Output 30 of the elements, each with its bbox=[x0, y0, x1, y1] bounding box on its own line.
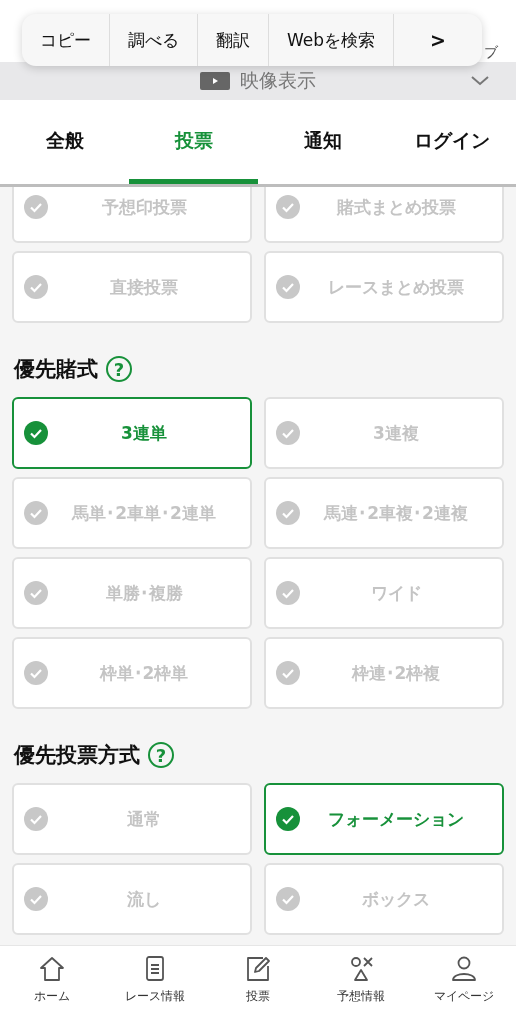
check-icon bbox=[276, 195, 300, 219]
check-icon bbox=[276, 887, 300, 911]
check-icon bbox=[276, 421, 300, 445]
check-icon bbox=[24, 501, 48, 525]
check-icon bbox=[24, 421, 48, 445]
menu-item[interactable]: 調べる bbox=[110, 14, 198, 66]
help-icon[interactable]: ? bbox=[148, 742, 174, 768]
section-title: 優先投票方式 bbox=[14, 742, 140, 769]
header-text: ブ bbox=[484, 44, 498, 62]
check-icon bbox=[276, 275, 300, 299]
check-icon bbox=[276, 581, 300, 605]
menu-item[interactable]: Webを検索 bbox=[269, 14, 395, 66]
menu-item[interactable]: コピー bbox=[22, 14, 110, 66]
video-bar[interactable]: 映像表示 bbox=[0, 62, 516, 100]
option-card[interactable]: フォーメーション bbox=[264, 783, 504, 855]
check-icon bbox=[24, 581, 48, 605]
check-icon bbox=[24, 275, 48, 299]
check-icon bbox=[276, 807, 300, 831]
check-icon bbox=[24, 887, 48, 911]
section-title: 優先賭式 bbox=[14, 356, 98, 383]
check-icon bbox=[276, 501, 300, 525]
check-icon bbox=[276, 661, 300, 685]
help-icon[interactable]: ? bbox=[106, 356, 132, 382]
play-icon bbox=[200, 72, 230, 90]
option-card[interactable]: 3連単 bbox=[12, 397, 252, 469]
check-icon bbox=[24, 807, 48, 831]
menu-item[interactable]: 翻訳 bbox=[198, 14, 269, 66]
check-icon bbox=[24, 661, 48, 685]
video-label: 映像表示 bbox=[240, 68, 316, 93]
check-icon bbox=[24, 195, 48, 219]
